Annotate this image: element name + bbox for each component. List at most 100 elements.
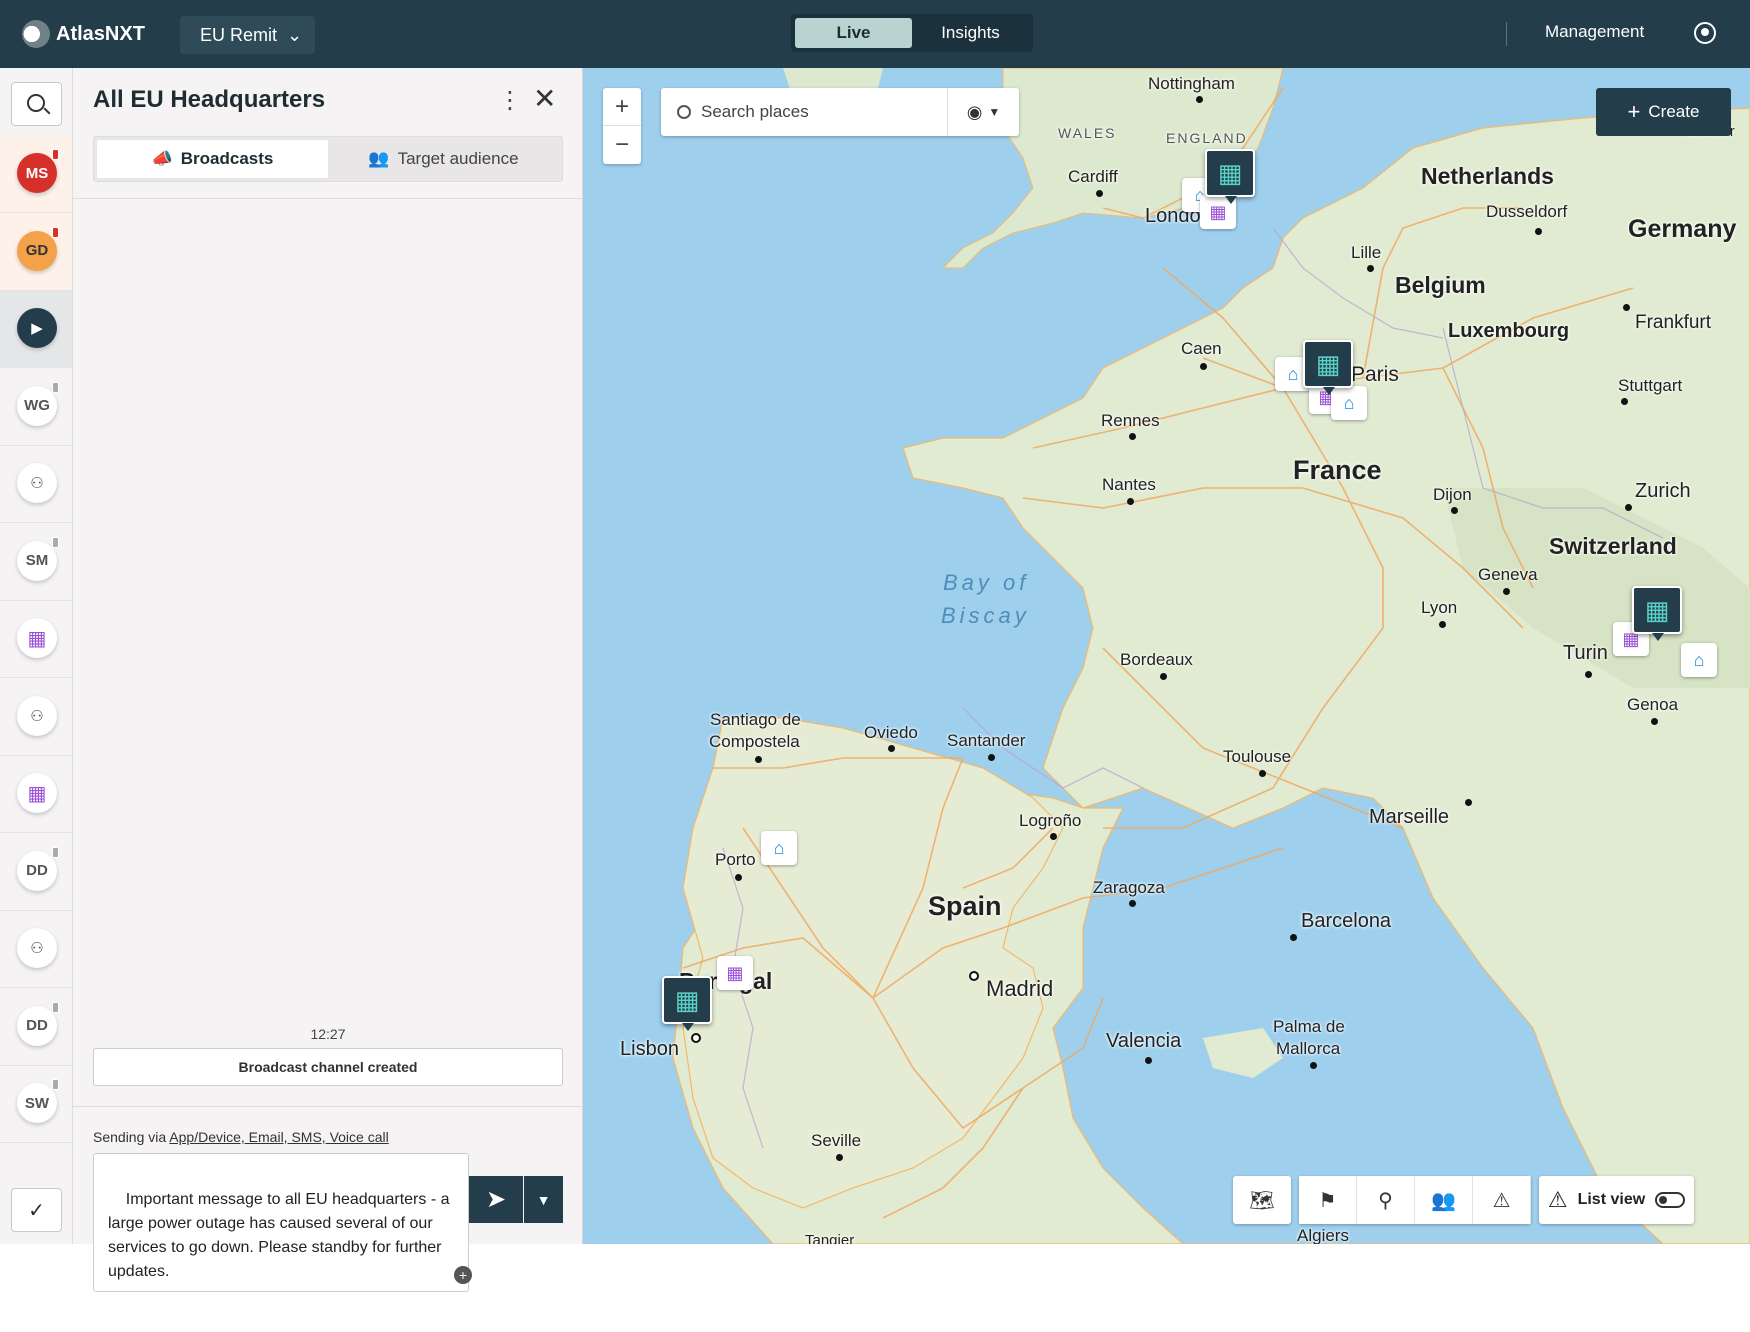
city-dot [888,745,895,752]
map-label-algiers: Algiers [1297,1226,1349,1244]
tag-filter-icon[interactable]: ⚑ [1299,1176,1357,1224]
city-dot [1310,1062,1317,1069]
channel-rail-item[interactable]: ⚇ [0,679,72,756]
location-pin-icon[interactable]: ⚲ [1357,1176,1415,1224]
channel-rail-item[interactable]: ▶ [0,291,72,368]
tab-insights[interactable]: Insights [912,18,1029,48]
channel-rail-item[interactable]: DD [0,989,72,1066]
toggle-switch[interactable] [1655,1192,1686,1208]
avatar-initials: DD [26,862,48,879]
avatar-initials: DD [26,1017,48,1034]
tab-live[interactable]: Live [795,18,912,48]
city-dot [1196,96,1203,103]
close-icon[interactable]: ✕ [533,82,556,115]
channel-rail-item[interactable]: ⚇ [0,911,72,988]
group-icon: ⚇ [17,695,57,736]
map-view[interactable]: Nottingham WALES ENGLAND Cardiff London … [583,68,1750,1244]
map-pin-warehouse[interactable]: ⌂ [761,831,797,865]
channel-rail-item[interactable]: GD [0,213,72,291]
sending-channels-link[interactable]: App/Device, Email, SMS, Voice call [169,1129,388,1145]
message-text: Important message to all EU headquarters… [108,1191,454,1280]
city-dot [988,754,995,761]
channel-rail-item[interactable]: DD [0,834,72,911]
warning-icon[interactable]: ⚠ [1473,1176,1531,1224]
channel-rail-item[interactable]: ▦ [0,756,72,833]
top-bar: AtlasNXT EU Remit ⌄ Live Insights Manage… [0,0,1750,68]
map-label-caen: Caen [1181,339,1222,358]
map-label-marseille: Marseille [1369,806,1450,828]
channel-rail-item[interactable]: WG [0,369,72,446]
city-dot [1503,588,1510,595]
channel-rail-item[interactable]: ⚇ [0,446,72,523]
map-label-turin: Turin [1563,642,1608,664]
add-attachment-icon[interactable]: + [454,1266,472,1284]
map-label-oviedo: Oviedo [864,723,918,742]
map-pin-headquarters[interactable]: ▦ [1303,340,1353,395]
map-label-zurich: Zurich [1635,480,1691,502]
map-label-switzerland: Switzerland [1549,533,1677,559]
send-button[interactable]: ➤ [469,1176,523,1223]
search-input[interactable] [701,102,941,122]
group-icon[interactable]: 👥 [1415,1176,1473,1224]
map-label-logrono: Logroño [1019,811,1082,830]
map-pin-headquarters[interactable]: ▦ [662,976,712,1031]
device-icon [52,149,59,160]
map-pin-headquarters[interactable]: ▦ [1205,149,1255,204]
map-label-frankfurt: Frankfurt [1635,312,1712,333]
map-label-geneva: Geneva [1478,565,1538,584]
city-dot [1200,363,1207,370]
user-account-icon[interactable] [1694,22,1716,44]
message-input[interactable]: Important message to all EU headquarters… [93,1153,472,1292]
city-dot [1651,718,1658,725]
channel-rail-item[interactable]: ▦ [0,601,72,678]
channel-rail-item[interactable]: SW [0,1066,72,1143]
panel-title: All EU Headquarters [93,86,326,113]
create-label: Create [1648,102,1700,121]
map-label-cardiff: Cardiff [1068,167,1118,186]
city-dot [1160,673,1167,680]
city-dot [836,1154,843,1161]
map-pin-headquarters[interactable]: ▦ [1632,586,1682,641]
list-view-toggle[interactable]: ⚠ List view [1539,1176,1694,1224]
send-options-dropdown[interactable]: ▼ [524,1176,563,1223]
channel-rail-item[interactable]: MS [0,136,72,213]
map-layers-icon[interactable]: 🗺 [1233,1176,1291,1224]
app-logo[interactable]: AtlasNXT [22,20,145,48]
channel-rail-item[interactable]: SM [0,524,72,601]
map-pin-office[interactable]: ▦ [717,956,753,990]
more-options-icon[interactable]: ⋮ [498,86,522,115]
map-label-tangier: Tangier [805,1232,855,1244]
map-label-madrid: Madrid [986,976,1054,1001]
map-label-palma: Palma de [1273,1017,1345,1036]
map-label-barcelona: Barcelona [1301,910,1392,932]
location-filter-dropdown[interactable]: ◉ ▼ [947,88,1019,136]
map-label-bordeaux: Bordeaux [1120,650,1193,669]
zoom-in-button[interactable]: + [603,88,641,126]
avatar: GD [17,226,59,271]
map-label-france: France [1293,455,1382,485]
city-dot [1145,1057,1152,1064]
tab-target-audience[interactable]: 👥 Target audience [328,140,559,178]
tab-broadcasts[interactable]: 📣 Broadcasts [97,140,328,178]
composer-separator [73,1106,583,1107]
check-circle-icon[interactable]: ✓ [11,1188,62,1232]
map-label-lisbon: Lisbon [620,1038,679,1060]
map-toolbar: 🗺 ⚑ ⚲ 👥 ⚠ ⚠ List view [1233,1176,1694,1224]
city-dot [1439,621,1446,628]
management-link[interactable]: Management [1545,22,1644,42]
avatar: WG [17,381,59,426]
map-label-mallorca: Mallorca [1276,1039,1341,1058]
zoom-out-button[interactable]: − [603,126,641,164]
create-button[interactable]: + Create [1596,88,1731,136]
city-dot [1096,190,1103,197]
device-icon [52,381,59,393]
map-label-luxembourg: Luxembourg [1448,320,1570,342]
rail-search-button[interactable] [11,82,62,126]
map-label-germany: Germany [1628,215,1737,243]
city-dot [735,874,742,881]
map-pin-warehouse[interactable]: ⌂ [1331,386,1367,420]
map-label-santiago: Santiago de [710,710,801,729]
map-label-genoa: Genoa [1627,695,1679,714]
remit-selector[interactable]: EU Remit ⌄ [180,16,315,54]
map-pin-warehouse[interactable]: ⌂ [1681,643,1717,677]
